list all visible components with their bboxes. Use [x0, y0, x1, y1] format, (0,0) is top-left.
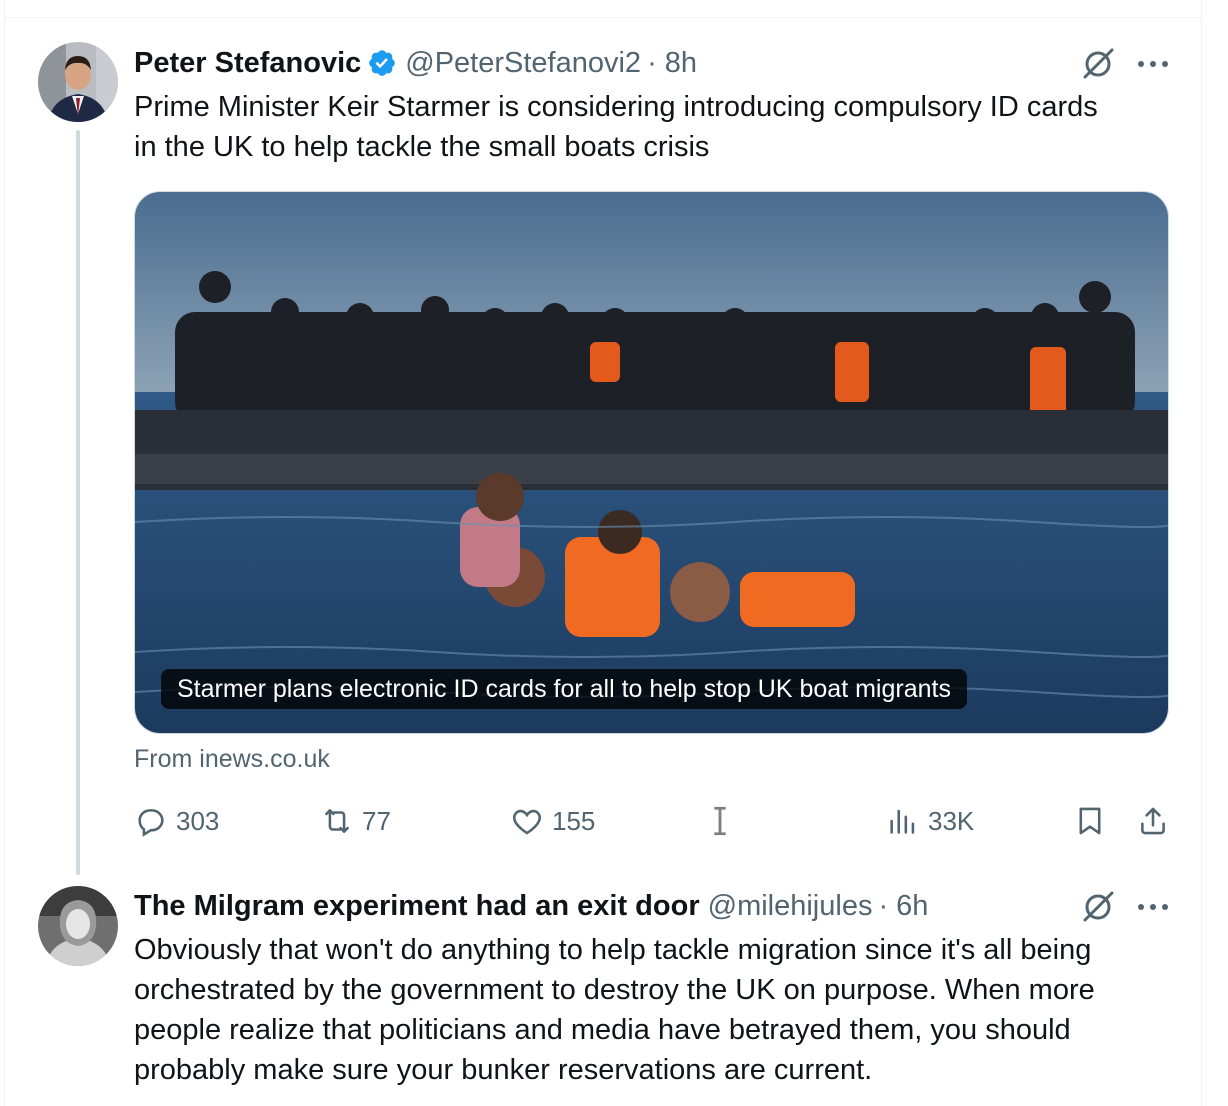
tweet-text-line: orchestrated by the government to destro… [134, 974, 1095, 1006]
reply-icon [138, 809, 164, 837]
tweet-text-line: probably make sure your bunker reservati… [134, 1054, 873, 1086]
link-card-image[interactable]: Starmer plans electronic ID cards for al… [134, 191, 1169, 734]
repost-button[interactable]: 77 [320, 800, 391, 842]
grok-icon[interactable] [1079, 888, 1117, 926]
text-cursor-icon [714, 806, 726, 836]
heart-icon [513, 809, 541, 835]
more-options-icon[interactable] [1136, 59, 1170, 69]
author-handle[interactable]: @PeterStefanovi2 [405, 47, 641, 80]
reply-button[interactable]: 303 [134, 800, 219, 842]
share-button[interactable] [1136, 800, 1170, 842]
card-source[interactable]: From inews.co.uk [134, 740, 330, 778]
card-headline[interactable]: Starmer plans electronic ID cards for al… [161, 669, 967, 709]
avatar[interactable] [38, 42, 118, 122]
views-button[interactable]: 33K [886, 800, 974, 842]
author-name[interactable]: The Milgram experiment had an exit door [134, 890, 700, 923]
avatar[interactable] [38, 886, 118, 966]
news-photo-image [135, 192, 1168, 733]
reply-count: 303 [176, 805, 220, 836]
more-options-icon[interactable] [1136, 902, 1170, 912]
tweet-text-line: Prime Minister Keir Starmer is consideri… [134, 91, 1098, 123]
tweet-text-line: Obviously that won't do anything to help… [134, 934, 1092, 966]
like-button[interactable]: 155 [510, 800, 595, 842]
thread-line [76, 130, 80, 875]
repost-icon [325, 809, 349, 833]
author-handle[interactable]: @milehijules [708, 890, 873, 923]
tweet-text: Obviously that won't do anything to help… [134, 930, 1095, 1090]
bookmark-icon [1079, 807, 1101, 835]
grok-icon[interactable] [1079, 45, 1117, 83]
tweet-text-line: people realize that politicians and medi… [134, 1014, 1071, 1046]
share-icon [1141, 807, 1165, 835]
tweet-text: Prime Minister Keir Starmer is consideri… [134, 87, 1098, 167]
verified-badge-icon[interactable] [367, 48, 397, 78]
tweet-header: The Milgram experiment had an exit door … [134, 886, 928, 926]
author-name[interactable]: Peter Stefanovic [134, 47, 361, 80]
timestamp[interactable]: · 8h [647, 47, 697, 80]
timestamp[interactable]: · 6h [878, 890, 928, 923]
text-cursor-indicator [703, 800, 737, 842]
top-divider [4, 17, 1202, 18]
repost-count: 77 [362, 805, 391, 836]
tweet-header: Peter Stefanovic @PeterStefanovi2 · 8h [134, 43, 697, 83]
bookmark-button[interactable] [1073, 800, 1107, 842]
view-count: 33K [928, 805, 975, 836]
tweet-text-line: in the UK to help tackle the small boats… [134, 131, 710, 163]
like-count: 155 [552, 805, 596, 836]
analytics-icon [890, 809, 915, 834]
